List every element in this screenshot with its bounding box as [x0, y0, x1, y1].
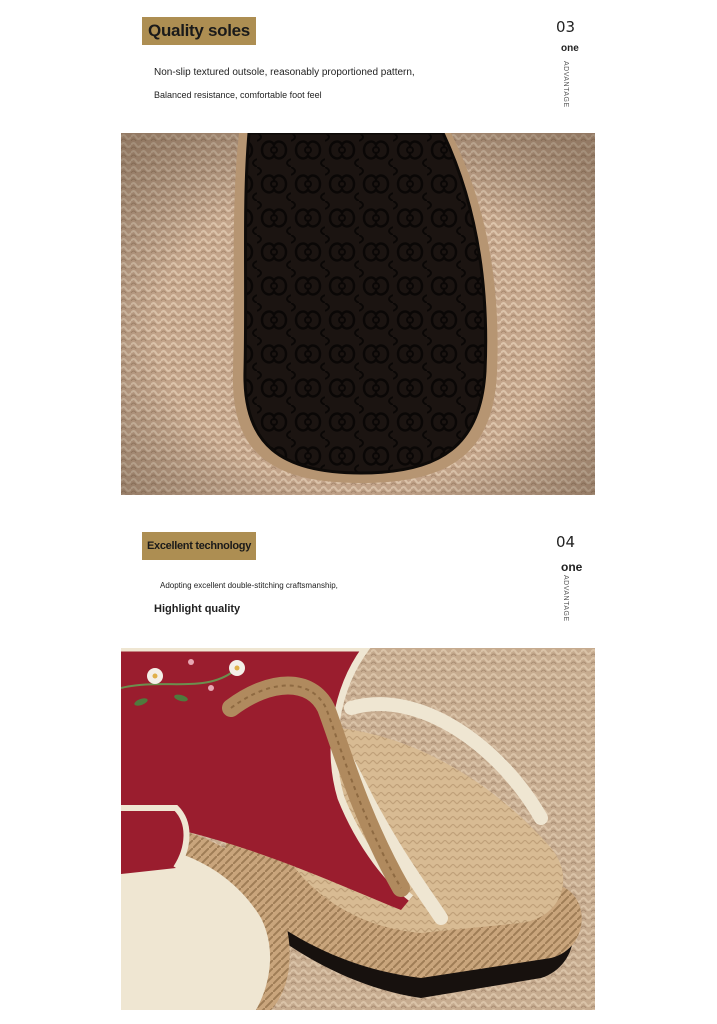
- section-small-label: one: [561, 43, 579, 54]
- section-small-label: one: [561, 560, 583, 574]
- section-tag-label: Quality soles: [142, 17, 256, 45]
- section-excellent-technology: Excellent technology 04 one ADVANTAGE Ad…: [0, 515, 717, 645]
- shoe-sole-photo: [121, 133, 595, 495]
- section-description-line: Adopting excellent double-stitching craf…: [160, 581, 338, 590]
- section-description-line: Highlight quality: [154, 603, 241, 615]
- section-description-line: Non-slip textured outsole, reasonably pr…: [154, 67, 415, 78]
- section-quality-soles: Quality soles 03 one ADVANTAGE Non-slip …: [0, 0, 717, 130]
- section-number: 03: [556, 18, 576, 36]
- section-vertical-label: ADVANTAGE: [562, 575, 569, 622]
- section-description-line: Balanced resistance, comfortable foot fe…: [154, 90, 322, 100]
- section-vertical-label: ADVANTAGE: [562, 61, 569, 108]
- section-tag-label: Excellent technology: [142, 532, 256, 560]
- embroidered-slipper-photo: [121, 648, 595, 1010]
- section-number: 04: [556, 533, 576, 551]
